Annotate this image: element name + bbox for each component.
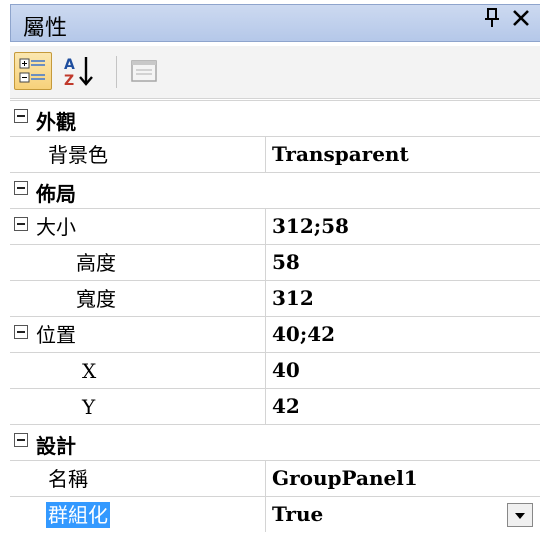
property-value[interactable]: 40 — [272, 358, 300, 382]
property-grid: 外觀 背景色 Transparent 佈局 大小 312;58 高度 58 寬度… — [10, 100, 540, 533]
property-label: 大小 — [36, 215, 76, 239]
column-divider — [265, 281, 266, 317]
property-pages-button[interactable] — [126, 52, 164, 90]
property-row-grouping[interactable]: 群組化 True — [10, 497, 540, 533]
svg-text:A: A — [64, 57, 75, 73]
title-bar-background: 屬性 — [10, 4, 540, 42]
grid-empty-area — [10, 532, 540, 552]
property-label: 背景色 — [48, 143, 108, 167]
column-divider — [265, 497, 266, 533]
collapse-icon[interactable] — [14, 109, 28, 123]
property-value[interactable]: 312;58 — [272, 214, 349, 238]
property-value[interactable]: Transparent — [272, 142, 409, 166]
property-row-y[interactable]: Y 42 — [10, 389, 540, 425]
column-divider — [265, 389, 266, 425]
collapse-icon[interactable] — [14, 433, 28, 447]
property-row-height[interactable]: 高度 58 — [10, 245, 540, 281]
dropdown-arrow-button[interactable] — [507, 503, 533, 527]
property-value[interactable]: GroupPanel1 — [272, 466, 418, 490]
property-value[interactable]: 58 — [272, 250, 300, 274]
property-label: 名稱 — [48, 467, 88, 491]
collapse-icon[interactable] — [14, 325, 28, 339]
category-label: 佈局 — [36, 182, 76, 206]
collapse-icon[interactable] — [14, 217, 28, 231]
close-icon[interactable] — [510, 6, 532, 30]
categorized-button[interactable] — [14, 52, 52, 90]
property-label: 位置 — [36, 323, 76, 347]
panel-title: 屬性 — [23, 16, 68, 41]
property-value[interactable]: True — [272, 502, 323, 526]
property-value[interactable]: 42 — [272, 394, 300, 418]
property-pages-icon — [131, 60, 157, 82]
column-divider — [265, 461, 266, 497]
column-divider — [265, 353, 266, 389]
property-row-size[interactable]: 大小 312;58 — [10, 209, 540, 245]
property-label: 高度 — [76, 251, 116, 275]
property-row-width[interactable]: 寬度 312 — [10, 281, 540, 317]
property-row-name[interactable]: 名稱 GroupPanel1 — [10, 461, 540, 497]
column-divider — [265, 137, 266, 173]
toolbar: A Z — [10, 46, 540, 99]
properties-window: 屬性 A Z 外觀 背景色 Transparent 佈局 大小 312;58 高… — [0, 0, 540, 552]
collapse-icon[interactable] — [14, 181, 28, 195]
category-label: 設計 — [36, 434, 76, 458]
category-label: 外觀 — [36, 110, 76, 134]
category-appearance[interactable]: 外觀 — [10, 101, 540, 137]
title-bar: 屬性 — [0, 0, 540, 44]
property-label: X — [82, 359, 97, 383]
categorized-icon — [19, 58, 45, 83]
property-label-selected: 群組化 — [46, 502, 110, 528]
property-value[interactable]: 312 — [272, 286, 314, 310]
category-design[interactable]: 設計 — [10, 425, 540, 461]
column-divider — [265, 209, 266, 245]
sort-alphabetical-icon: A Z — [64, 57, 93, 89]
sort-alphabetical-button[interactable]: A Z — [60, 52, 98, 90]
property-label: Y — [82, 395, 96, 419]
pin-icon[interactable] — [482, 7, 502, 29]
property-label: 寬度 — [76, 287, 116, 311]
category-layout[interactable]: 佈局 — [10, 173, 540, 209]
column-divider — [265, 245, 266, 281]
property-row-background-color[interactable]: 背景色 Transparent — [10, 137, 540, 173]
svg-text:Z: Z — [64, 73, 74, 89]
column-divider — [265, 317, 266, 353]
property-row-x[interactable]: X 40 — [10, 353, 540, 389]
property-row-location[interactable]: 位置 40;42 — [10, 317, 540, 353]
property-value[interactable]: 40;42 — [272, 322, 335, 346]
toolbar-separator — [116, 56, 117, 88]
